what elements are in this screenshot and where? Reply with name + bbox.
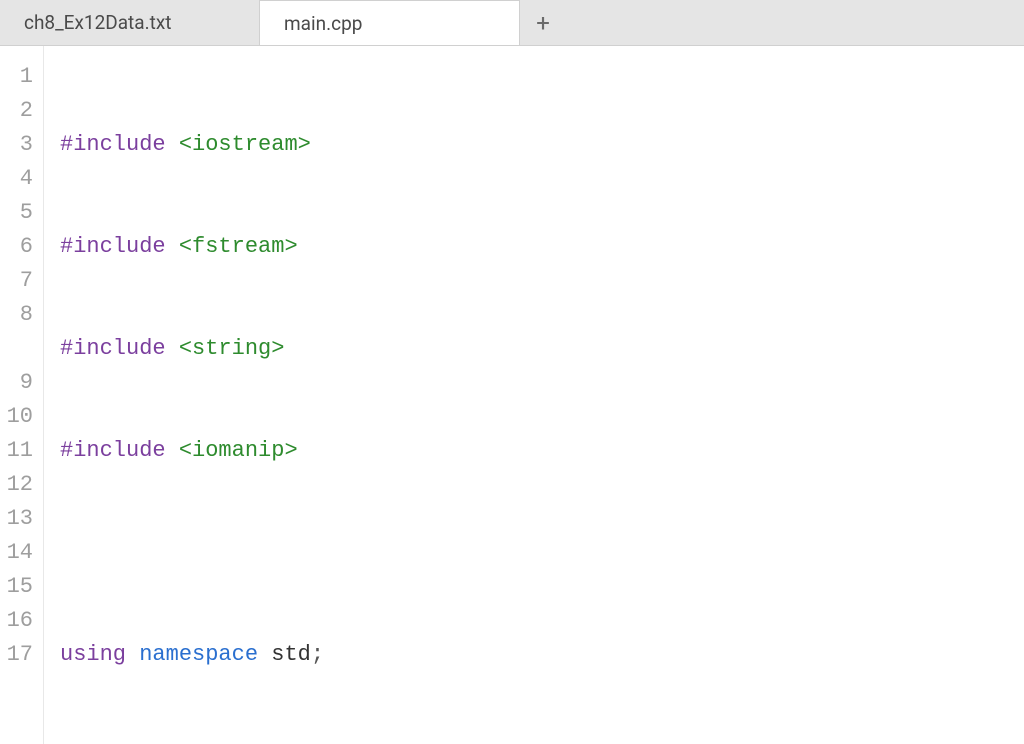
line-number: 3	[6, 128, 33, 162]
code-line: #include <iostream>	[60, 128, 852, 162]
code-line	[60, 536, 852, 570]
line-number: 13	[6, 502, 33, 536]
line-number: 5	[6, 196, 33, 230]
code-line: #include <string>	[60, 332, 852, 366]
code-line: #include <fstream>	[60, 230, 852, 264]
line-number	[6, 332, 33, 366]
tab-label: ch8_Ex12Data.txt	[24, 11, 171, 34]
tab-main-cpp[interactable]: main.cpp	[260, 0, 520, 45]
line-number-gutter: 1 2 3 4 5 6 7 8 9 10 11 12 13 14 15 16 1…	[0, 46, 44, 744]
line-number: 16	[6, 604, 33, 638]
code-editor[interactable]: 1 2 3 4 5 6 7 8 9 10 11 12 13 14 15 16 1…	[0, 46, 1024, 744]
code-line	[60, 740, 852, 744]
line-number: 9	[6, 366, 33, 400]
line-number: 12	[6, 468, 33, 502]
line-number: 10	[6, 400, 33, 434]
code-line: #include <iomanip>	[60, 434, 852, 468]
tab-bar: ch8_Ex12Data.txt main.cpp +	[0, 0, 1024, 46]
line-number: 7	[6, 264, 33, 298]
line-number: 2	[6, 94, 33, 128]
line-number: 15	[6, 570, 33, 604]
tab-add-button[interactable]: +	[520, 0, 566, 45]
line-number: 8	[6, 298, 33, 332]
line-number: 1	[6, 60, 33, 94]
tab-data-file[interactable]: ch8_Ex12Data.txt	[0, 0, 260, 45]
line-number: 14	[6, 536, 33, 570]
line-number: 6	[6, 230, 33, 264]
code-line: using namespace std;	[60, 638, 852, 672]
line-number: 17	[6, 638, 33, 672]
line-number: 4	[6, 162, 33, 196]
code-content[interactable]: #include <iostream> #include <fstream> #…	[44, 46, 868, 744]
tab-label: main.cpp	[284, 12, 362, 35]
line-number: 11	[6, 434, 33, 468]
plus-icon: +	[536, 9, 550, 37]
